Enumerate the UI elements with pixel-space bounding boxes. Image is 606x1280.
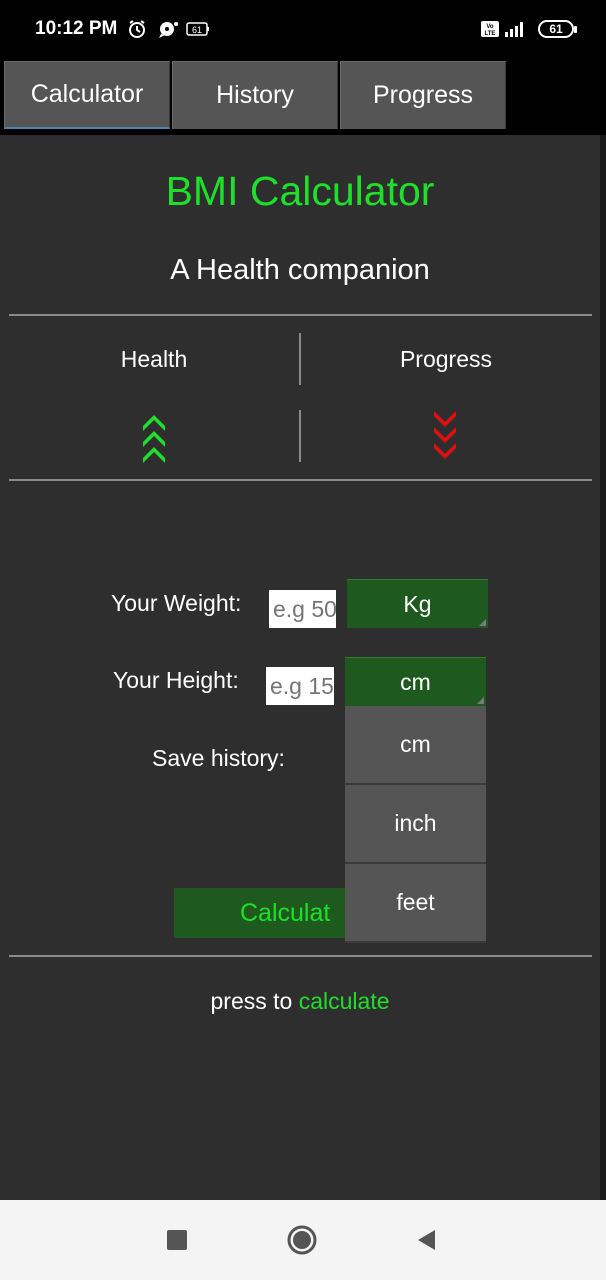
- triple-chevron-down-icon: [432, 410, 458, 469]
- recents-square-icon[interactable]: [147, 1200, 207, 1280]
- svg-text:61: 61: [192, 25, 202, 35]
- status-time: 10:12 PM: [35, 18, 118, 39]
- home-circle-icon[interactable]: [272, 1200, 332, 1280]
- save-history-label: Save history:: [152, 745, 285, 771]
- height-input[interactable]: [266, 667, 334, 705]
- calculate-button[interactable]: Calculat: [174, 888, 374, 938]
- tab-calculator[interactable]: Calculator: [4, 61, 170, 129]
- battery-icon: 61: [536, 18, 577, 40]
- height-label: Your Height:: [113, 667, 239, 693]
- weight-unit-select[interactable]: Kg: [347, 579, 488, 628]
- signal-icon: [503, 18, 527, 40]
- dropdown-option-cm[interactable]: cm: [345, 706, 486, 785]
- tab-bar: Calculator History Progress: [4, 61, 506, 129]
- divider-vertical-icons: [299, 410, 301, 462]
- tab-progress[interactable]: Progress: [340, 61, 506, 129]
- triple-chevron-up-icon: [141, 410, 167, 469]
- divider-bottom: [9, 955, 592, 957]
- status-bar: 10:12 PM 61 Vo LTE 61: [0, 0, 606, 60]
- volte-icon: Vo LTE: [480, 18, 500, 40]
- dropdown-option-inch[interactable]: inch: [345, 785, 486, 864]
- battery-small-icon: 61: [186, 18, 210, 40]
- divider-vertical-labels: [299, 333, 301, 385]
- height-unit-value: cm: [400, 668, 431, 695]
- alarm-icon: [126, 18, 148, 40]
- back-triangle-icon[interactable]: [396, 1200, 456, 1280]
- divider-top: [9, 314, 592, 316]
- weight-unit-value: Kg: [403, 590, 432, 617]
- system-nav-bar: [0, 1200, 606, 1280]
- battery-level: 61: [538, 20, 577, 38]
- height-unit-select[interactable]: cm: [345, 657, 486, 706]
- tab-history[interactable]: History: [172, 61, 338, 129]
- height-unit-dropdown: cm inch feet: [345, 706, 486, 943]
- page-subtitle: A Health companion: [170, 254, 430, 286]
- press-to-calculate-text: press to calculate: [0, 988, 600, 1015]
- dropdown-option-feet[interactable]: feet: [345, 864, 486, 943]
- progress-label: Progress: [399, 346, 493, 372]
- press-text: press to: [210, 988, 293, 1014]
- chat-icon: [156, 18, 180, 40]
- page-title: BMI Calculator: [165, 168, 435, 214]
- weight-label: Your Weight:: [111, 590, 242, 616]
- divider-middle: [9, 479, 592, 481]
- press-accent: calculate: [298, 988, 390, 1014]
- health-label: Health: [120, 346, 188, 372]
- calculate-button-label: Calculat: [240, 898, 331, 927]
- svg-text:Vo: Vo: [486, 24, 494, 30]
- panel-edge: [600, 135, 606, 1200]
- svg-text:LTE: LTE: [485, 31, 496, 37]
- weight-input[interactable]: [269, 590, 336, 628]
